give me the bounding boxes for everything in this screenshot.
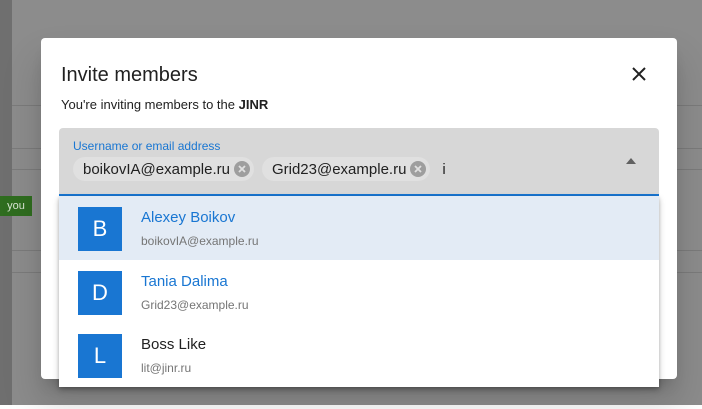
suggestion-item[interactable]: L Boss Like lit@jinr.ru: [59, 323, 659, 387]
chip-remove-button[interactable]: [233, 161, 250, 177]
chip-label: Grid23@example.ru: [271, 160, 407, 178]
dialog-title: Invite members: [61, 64, 198, 86]
suggestion-item[interactable]: B Alexey Boikov boikovIA@example.ru: [59, 196, 659, 260]
cancel-circle-icon: [410, 161, 427, 177]
search-input[interactable]: i: [442, 161, 445, 178]
close-icon: [632, 67, 646, 81]
background-badge: you: [0, 196, 32, 216]
org-name: JINR: [238, 97, 269, 112]
dropdown-toggle[interactable]: [625, 155, 637, 167]
suggestion-menu: B Alexey Boikov boikovIA@example.ru D Ta…: [59, 196, 659, 387]
close-button[interactable]: [625, 60, 653, 88]
suggestion-email: Grid23@example.ru: [141, 298, 249, 312]
member-chip: Grid23@example.ru: [261, 157, 431, 181]
avatar: L: [78, 334, 122, 378]
cancel-circle-icon: [233, 161, 250, 177]
suggestion-email: lit@jinr.ru: [141, 361, 192, 375]
avatar: D: [78, 271, 122, 315]
subtitle-text: You're inviting members to the: [61, 97, 239, 112]
suggestion-name: Boss Like: [141, 336, 207, 353]
member-chip: boikovIA@example.ru: [73, 157, 254, 181]
chip-list: boikovIA@example.ru Grid23@example.ru i: [73, 157, 446, 181]
chip-label: boikovIA@example.ru: [83, 160, 230, 178]
username-email-field[interactable]: Username or email address boikovIA@examp…: [59, 128, 659, 196]
chip-remove-button[interactable]: [410, 161, 427, 177]
background-strip: [0, 405, 702, 409]
suggestion-item[interactable]: D Tania Dalima Grid23@example.ru: [59, 260, 659, 324]
arrow-up-icon: [626, 158, 636, 164]
suggestion-name: Alexey Boikov: [141, 209, 236, 226]
suggestion-email: boikovIA@example.ru: [141, 234, 259, 248]
suggestion-name: Tania Dalima: [141, 273, 228, 290]
dialog-subtitle: You're inviting members to the JINR: [61, 97, 268, 112]
field-label: Username or email address: [73, 139, 221, 153]
avatar: B: [78, 207, 122, 251]
